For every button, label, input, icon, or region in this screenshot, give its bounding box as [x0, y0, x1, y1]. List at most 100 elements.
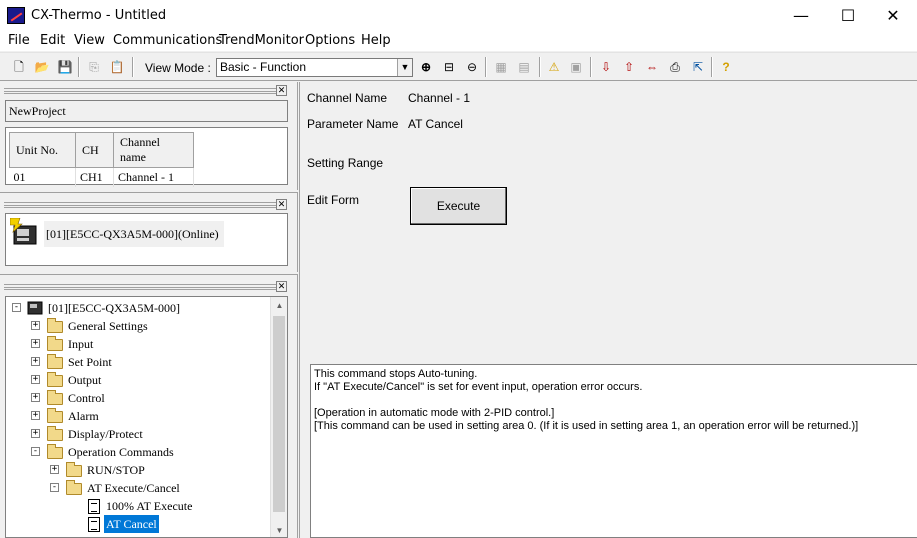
- folder-icon: [66, 462, 82, 477]
- menu-options[interactable]: Options: [305, 33, 355, 48]
- toolbar-separator: [78, 57, 80, 77]
- tree-item-label: Alarm: [68, 409, 99, 423]
- expand-icon[interactable]: +: [31, 393, 40, 402]
- panel-grip[interactable]: [4, 88, 279, 94]
- expand-icon[interactable]: +: [31, 357, 40, 366]
- tree-item-label: Control: [68, 391, 105, 405]
- expand-icon[interactable]: +: [50, 465, 59, 474]
- add-icon[interactable]: ⊕: [418, 59, 434, 75]
- tree-item-label: Operation Commands: [68, 445, 174, 459]
- tree-scrollbar[interactable]: ▲ ▼: [270, 297, 287, 537]
- image-icon[interactable]: ▣: [568, 59, 584, 75]
- online-device-icon: [10, 218, 37, 245]
- folder-icon: [47, 354, 63, 369]
- view-mode-label: View Mode :: [145, 61, 211, 75]
- toolbar-separator: [590, 57, 592, 77]
- device-box: [01][E5CC-QX3A5M-000](Online): [5, 213, 288, 266]
- view-mode-value: Basic - Function: [220, 60, 307, 74]
- tree-item-label: Set Point: [68, 355, 112, 369]
- project-name: NewProject: [9, 104, 66, 118]
- column-header-unit-no[interactable]: Unit No.: [9, 132, 76, 168]
- menu-communications[interactable]: Communications: [113, 33, 222, 48]
- tree-item-label: AT Cancel: [104, 515, 159, 533]
- table-icon[interactable]: ▤: [516, 59, 532, 75]
- project-name-box[interactable]: NewProject: [5, 100, 288, 122]
- copy-icon[interactable]: ⎘: [86, 59, 102, 75]
- chevron-down-icon[interactable]: ▼: [397, 59, 412, 76]
- edit-form-label: Edit Form: [307, 193, 360, 207]
- monitor-icon[interactable]: ⎙: [667, 59, 683, 75]
- grid-compare-icon[interactable]: ▦: [493, 59, 509, 75]
- window-title: CX-Thermo - Untitled: [31, 8, 167, 23]
- close-icon[interactable]: ✕: [276, 199, 287, 210]
- panel-grip[interactable]: [4, 202, 279, 208]
- description-line: [314, 394, 914, 407]
- unit-no-cell: 01: [9, 167, 76, 187]
- expand-icon[interactable]: +: [31, 339, 40, 348]
- column-header-channel-name[interactable]: Channel name: [113, 132, 194, 168]
- minimize-button[interactable]: —: [778, 0, 824, 31]
- tree-item-label: [01][E5CC-QX3A5M-000]: [48, 301, 180, 315]
- transfer-to-device-icon[interactable]: ⇧: [621, 59, 637, 75]
- title-bar: CX-Thermo - Untitled — ☐ ✕: [0, 0, 917, 31]
- menu-view[interactable]: View: [74, 33, 105, 48]
- description-line: [This command can be used in setting are…: [314, 420, 859, 432]
- tree-item-label: Output: [68, 373, 102, 387]
- close-button[interactable]: ✕: [870, 0, 916, 31]
- tree-item-label: RUN/STOP: [87, 463, 145, 477]
- parameter-tree: - [01][E5CC-QX3A5M-000] + General Settin…: [5, 296, 288, 538]
- scroll-up-icon[interactable]: ▲: [271, 297, 287, 314]
- close-icon[interactable]: ✕: [276, 85, 287, 96]
- menu-trendmonitor[interactable]: TrendMonitor: [219, 33, 304, 48]
- tree-item-label: General Settings: [68, 319, 148, 333]
- collapse-icon[interactable]: -: [31, 447, 40, 456]
- open-folder-icon: [66, 480, 82, 495]
- folder-icon: [47, 372, 63, 387]
- tree-item-label: Display/Protect: [68, 427, 143, 441]
- scroll-down-icon[interactable]: ▼: [271, 522, 287, 537]
- channel-name-value: Channel - 1: [408, 91, 471, 105]
- paste-icon[interactable]: 📋: [109, 59, 125, 75]
- save-icon[interactable]: 💾: [57, 59, 73, 75]
- menu-file[interactable]: File: [8, 33, 30, 48]
- scroll-thumb[interactable]: [273, 316, 285, 512]
- parameter-name-label: Parameter Name: [307, 117, 399, 131]
- transfer-from-device-icon[interactable]: ⇩: [598, 59, 614, 75]
- execute-button[interactable]: Execute: [410, 187, 507, 225]
- collapse-icon[interactable]: -: [12, 303, 21, 312]
- ch-cell: CH1: [75, 167, 114, 187]
- maximize-button[interactable]: ☐: [825, 0, 871, 31]
- help-icon[interactable]: ?: [718, 59, 734, 75]
- description-box: This command stops Auto-tuning. If "AT E…: [310, 364, 917, 538]
- device-label[interactable]: [01][E5CC-QX3A5M-000](Online): [44, 221, 224, 247]
- description-line: [Operation in automatic mode with 2-PID …: [314, 407, 555, 419]
- folder-icon: [47, 318, 63, 333]
- description-line: This command stops Auto-tuning.: [314, 368, 478, 380]
- tree-item-label: Input: [68, 337, 94, 351]
- folder-icon: [47, 408, 63, 423]
- cursor-help-icon[interactable]: ⇱: [690, 59, 706, 75]
- collapse-icon[interactable]: -: [50, 483, 59, 492]
- filter-icon[interactable]: ⊟: [441, 59, 457, 75]
- tree-item-label: 100% AT Execute: [106, 499, 193, 513]
- close-icon[interactable]: ✕: [276, 281, 287, 292]
- toolbar-separator: [485, 57, 487, 77]
- folder-icon: [47, 336, 63, 351]
- table-row[interactable]: 01 CH1 Channel - 1: [9, 167, 194, 187]
- parameter-detail-panel: Channel Name Channel - 1 Parameter Name …: [299, 82, 917, 538]
- column-header-ch[interactable]: CH: [75, 132, 114, 168]
- panel-grip[interactable]: [4, 284, 279, 290]
- remove-icon[interactable]: ⊖: [464, 59, 480, 75]
- menu-edit[interactable]: Edit: [40, 33, 65, 48]
- view-mode-select[interactable]: Basic - Function ▼: [216, 58, 413, 77]
- expand-icon[interactable]: +: [31, 411, 40, 420]
- expand-icon[interactable]: +: [31, 375, 40, 384]
- new-file-icon[interactable]: 🗋: [11, 59, 27, 75]
- open-folder-icon[interactable]: 📂: [34, 59, 50, 75]
- menu-help[interactable]: Help: [361, 33, 391, 48]
- warning-icon[interactable]: ⚠: [546, 59, 562, 75]
- compare-icon[interactable]: ⇔: [644, 59, 660, 75]
- expand-icon[interactable]: +: [31, 429, 40, 438]
- expand-icon[interactable]: +: [31, 321, 40, 330]
- setting-range-label: Setting Range: [307, 156, 384, 170]
